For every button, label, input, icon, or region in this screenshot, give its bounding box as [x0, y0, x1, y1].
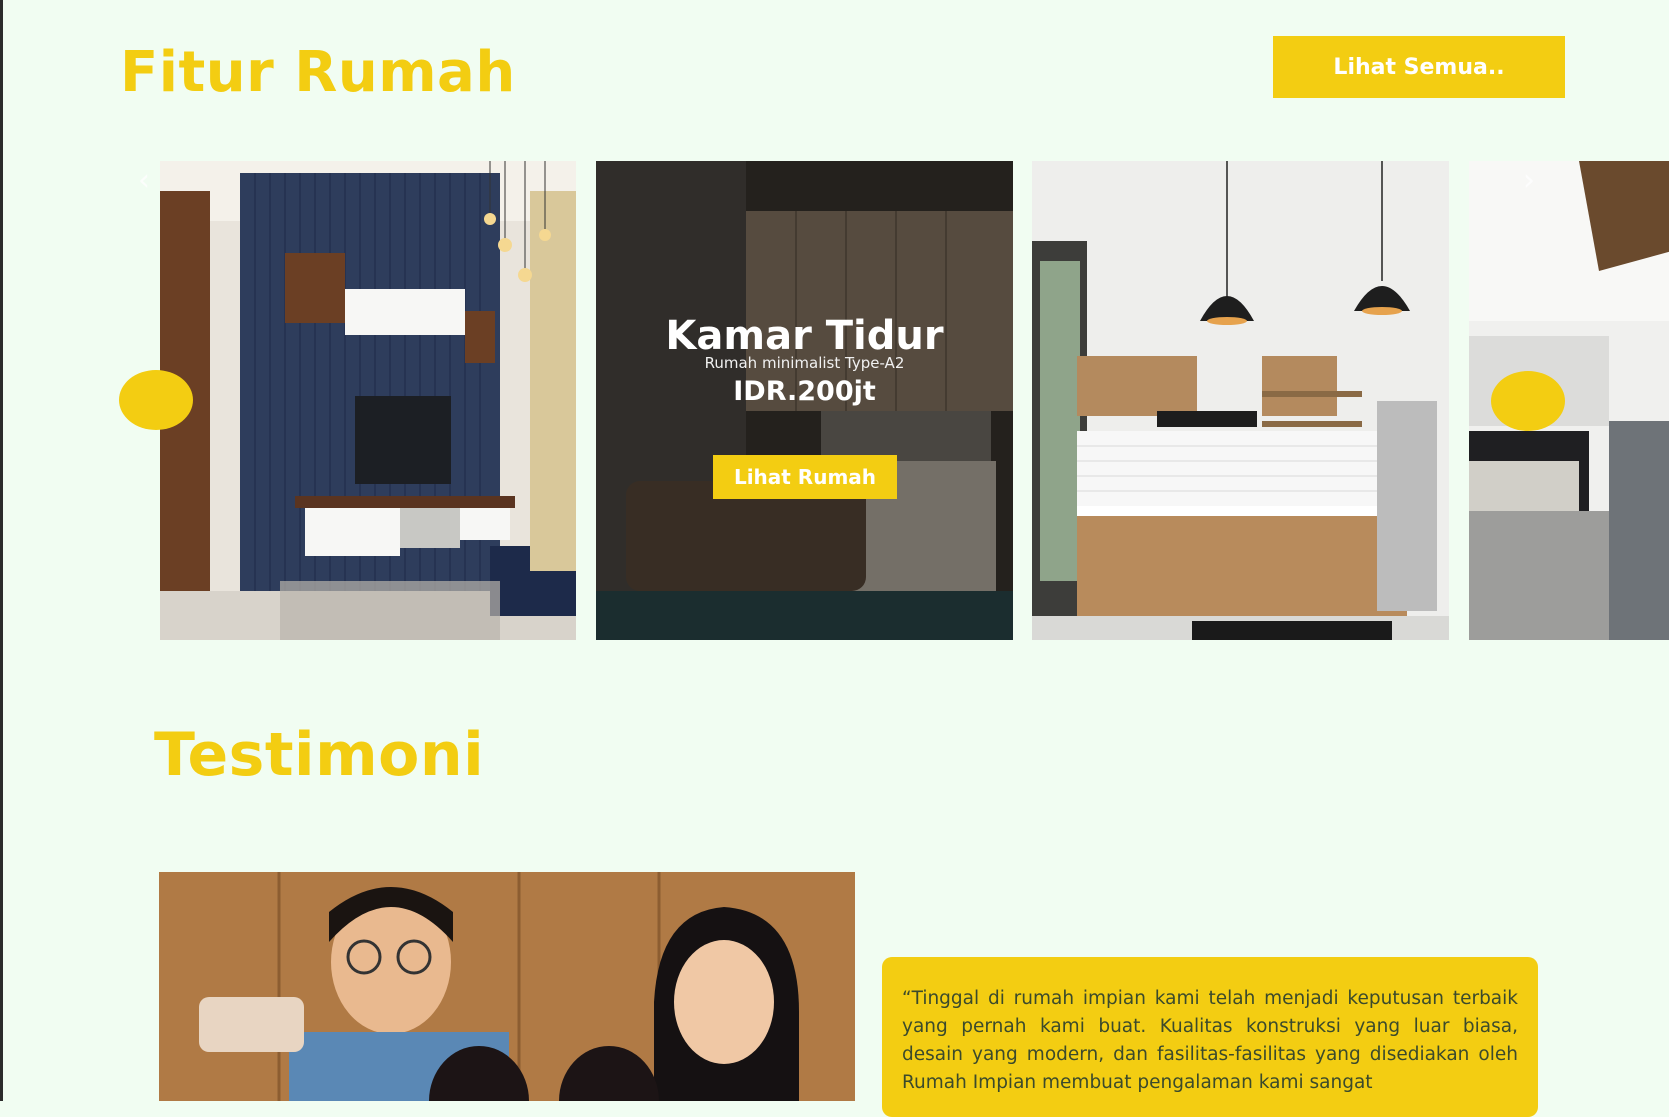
- kitchen-image: [1032, 161, 1449, 640]
- testimonials-title: Testimoni: [154, 720, 485, 790]
- features-title: Fitur Rumah: [120, 40, 516, 105]
- carousel-card-living-room[interactable]: [160, 161, 576, 640]
- view-house-button[interactable]: Lihat Rumah: [713, 455, 897, 499]
- carousel-card-bedroom[interactable]: Kamar Tidur Rumah minimalist Type-A2 IDR…: [596, 161, 1013, 640]
- card-subtitle: Rumah minimalist Type-A2: [704, 354, 905, 372]
- carousel-prev-button[interactable]: [119, 370, 193, 430]
- living-room-image: [160, 161, 576, 640]
- testimonial-card: “Tinggal di rumah impian kami telah menj…: [882, 957, 1538, 1117]
- testimonial-photo: [159, 872, 855, 1101]
- see-all-button[interactable]: Lihat Semua..: [1273, 36, 1565, 98]
- card-price: IDR.200jt: [733, 376, 876, 407]
- carousel-card-kitchen[interactable]: [1032, 161, 1449, 640]
- card-title: Kamar Tidur: [665, 313, 944, 359]
- carousel-next-button[interactable]: [1491, 371, 1565, 431]
- chevron-right-icon[interactable]: ›: [1523, 163, 1535, 198]
- testimonial-quote: “Tinggal di rumah impian kami telah menj…: [902, 988, 1518, 1093]
- chevron-left-icon[interactable]: ‹: [138, 163, 150, 198]
